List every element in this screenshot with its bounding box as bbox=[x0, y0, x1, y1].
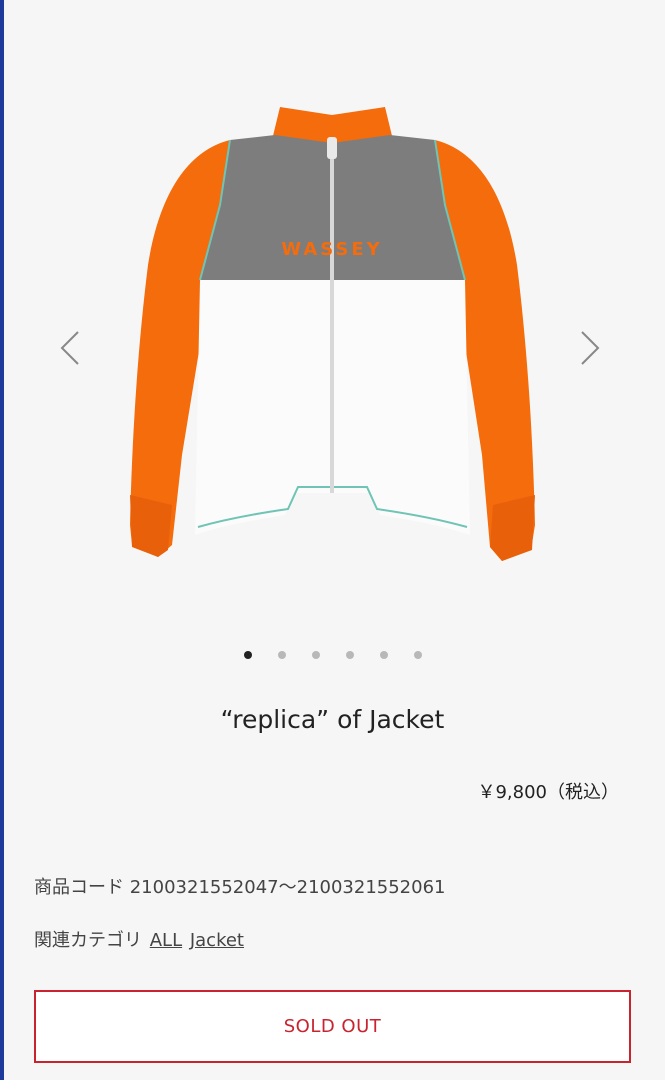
category-link-all[interactable]: ALL bbox=[150, 930, 182, 951]
chevron-left-icon bbox=[60, 331, 79, 365]
right-cuff bbox=[490, 495, 535, 561]
category-link-jacket[interactable]: Jacket bbox=[190, 930, 244, 951]
carousel-dot-5[interactable] bbox=[379, 651, 388, 659]
product-code-label: 商品コード bbox=[34, 877, 124, 898]
product-code-value: 2100321552047〜2100321552061 bbox=[129, 877, 446, 898]
carousel-dot-6[interactable] bbox=[413, 651, 422, 659]
chest-print: WASSEY bbox=[281, 239, 382, 260]
chevron-right-icon bbox=[581, 331, 600, 365]
zipper-pull bbox=[327, 137, 337, 159]
product-code-row: 商品コード 2100321552047〜2100321552061 bbox=[34, 873, 446, 899]
carousel-dot-2[interactable] bbox=[277, 651, 286, 659]
product-category-row: 関連カテゴリ ALL Jacket bbox=[34, 926, 244, 952]
carousel-dot-3[interactable] bbox=[311, 651, 320, 659]
product-price: ￥9,800（税込） bbox=[477, 782, 619, 803]
carousel-prev-button[interactable] bbox=[50, 326, 90, 370]
carousel-pagination bbox=[0, 651, 665, 663]
sold-out-button[interactable]: SOLD OUT bbox=[34, 990, 631, 1063]
carousel-next-button[interactable] bbox=[570, 326, 610, 370]
carousel-dot-1[interactable] bbox=[243, 651, 252, 659]
category-label: 関連カテゴリ bbox=[34, 930, 142, 951]
product-image-carousel[interactable]: WASSEY bbox=[0, 0, 665, 640]
product-title: “replica” of Jacket bbox=[220, 705, 445, 734]
product-image: WASSEY bbox=[130, 107, 535, 561]
carousel-dot-4[interactable] bbox=[345, 651, 354, 659]
left-cuff bbox=[130, 495, 172, 557]
